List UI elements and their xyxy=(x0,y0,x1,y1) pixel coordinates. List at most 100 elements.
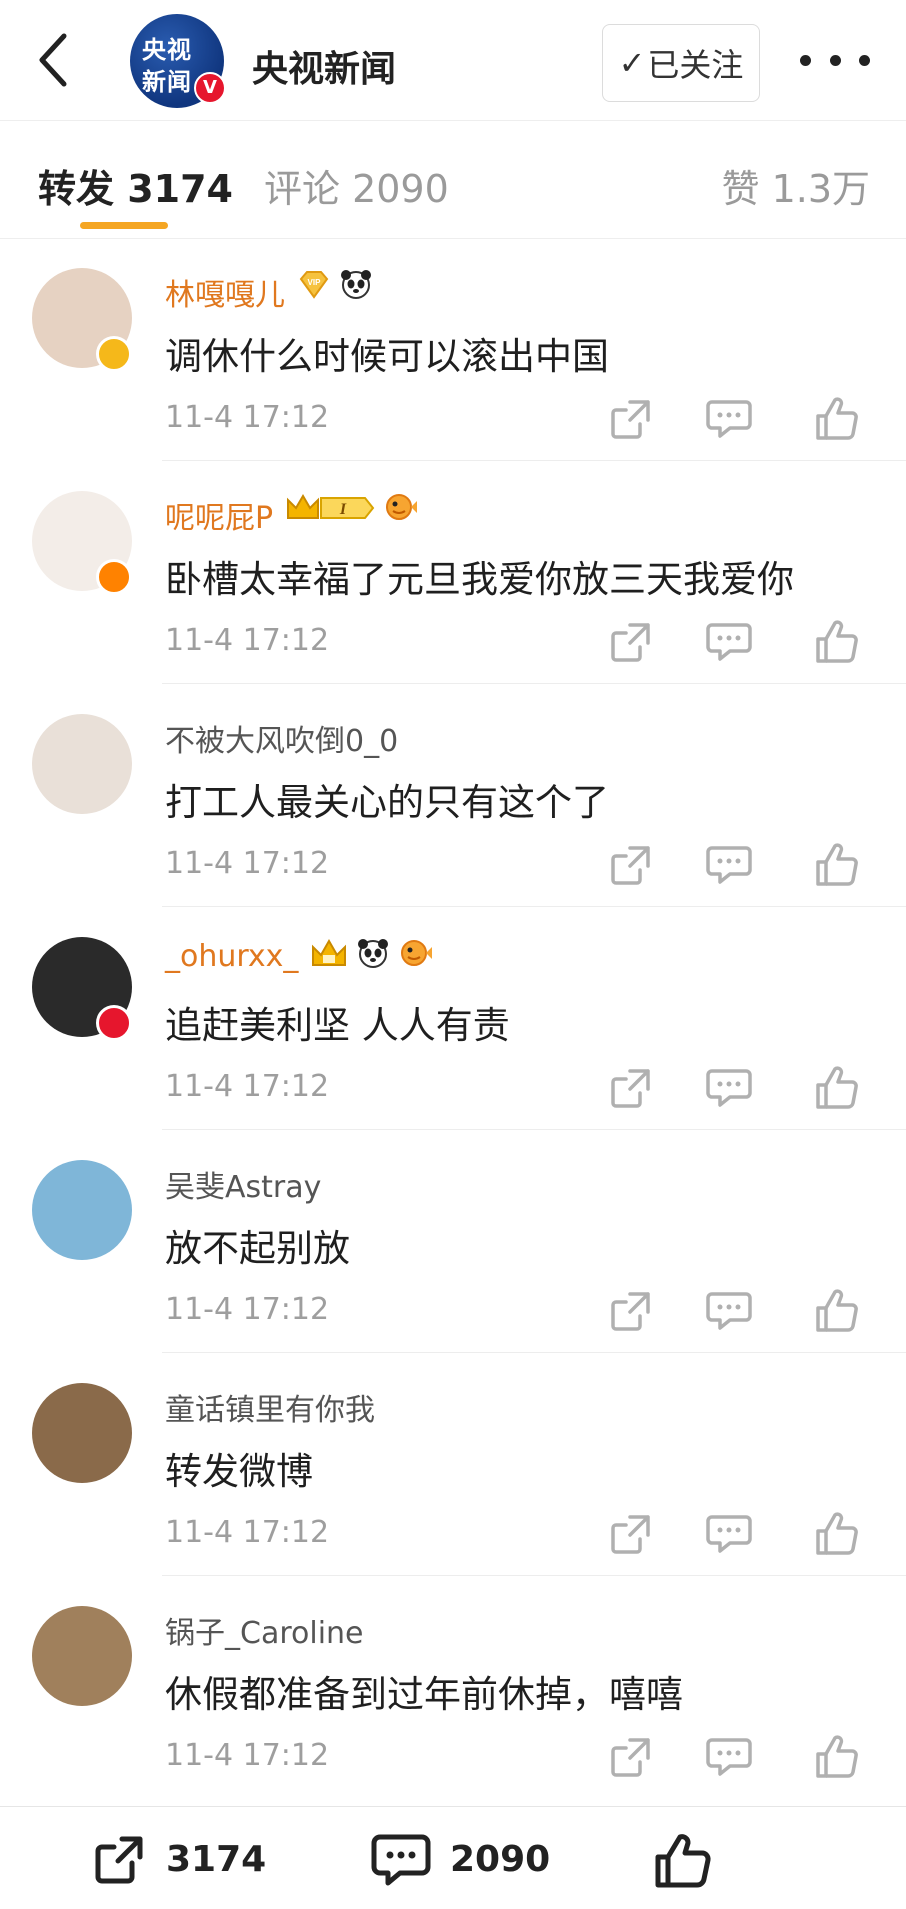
username[interactable]: 林嘎嘎儿 xyxy=(165,270,285,314)
panda-icon xyxy=(358,939,388,968)
share-icon xyxy=(611,1738,650,1777)
reply-button[interactable] xyxy=(706,1734,752,1780)
comment-icon xyxy=(706,1738,752,1776)
like-button[interactable] xyxy=(814,1288,860,1334)
comment-icon xyxy=(706,400,752,438)
crown-icon xyxy=(310,937,348,973)
repost-count: 3174 xyxy=(166,1838,267,1880)
username[interactable]: 锅子_Caroline xyxy=(165,1608,364,1652)
back-arrow-icon xyxy=(39,33,67,87)
user-avatar[interactable] xyxy=(32,1160,132,1260)
tab-comments[interactable]: 评论 2090 xyxy=(264,158,449,213)
repost-item[interactable]: 童话镇里有你我 转发微博 11-4 17:12 xyxy=(0,1353,906,1576)
like-button[interactable] xyxy=(814,1065,860,1111)
thumbs-up-icon xyxy=(816,1289,858,1332)
like-button[interactable] xyxy=(814,619,860,665)
username[interactable]: 童话镇里有你我 xyxy=(165,1385,375,1429)
repost-text: 休假都准备到过年前休掉，嘻嘻 xyxy=(165,1673,683,1716)
pufferfish-icon xyxy=(401,940,432,966)
svg-text:VIP: VIP xyxy=(308,278,322,287)
like-button[interactable] xyxy=(652,1831,712,1891)
thumbs-up-icon xyxy=(816,1512,858,1555)
more-options-icon[interactable] xyxy=(800,40,870,80)
repost-button[interactable]: 3174 xyxy=(92,1831,266,1887)
account-name[interactable]: 央视新闻 xyxy=(252,40,396,92)
timestamp: 11-4 17:12 xyxy=(165,1069,330,1104)
panda-icon xyxy=(339,268,373,304)
user-avatar[interactable] xyxy=(32,1383,132,1483)
comment-count: 2090 xyxy=(450,1838,551,1880)
repost-item[interactable]: 呢呢屁P I 卧槽太幸福了元旦我爱你放三天我爱你 11-4 17:12 xyxy=(0,461,906,684)
repost-text: 放不起别放 xyxy=(165,1227,350,1270)
comment-icon xyxy=(706,1069,752,1107)
reply-button[interactable] xyxy=(706,842,752,888)
timestamp: 11-4 17:12 xyxy=(165,1292,330,1327)
timestamp: 11-4 17:12 xyxy=(165,1738,330,1773)
bottom-action-bar: 3174 2090 xyxy=(0,1806,906,1909)
repost-icon xyxy=(95,1836,143,1884)
comment-icon xyxy=(706,623,752,661)
timestamp: 11-4 17:12 xyxy=(165,1515,330,1550)
user-avatar[interactable] xyxy=(32,1606,132,1706)
timestamp: 11-4 17:12 xyxy=(165,400,330,435)
username[interactable]: 呢呢屁P xyxy=(165,493,273,537)
like-button[interactable] xyxy=(814,1511,860,1557)
share-icon xyxy=(611,1292,650,1331)
vip-diamond-icon: VIP xyxy=(299,271,329,299)
reply-button[interactable] xyxy=(706,619,752,665)
user-badges xyxy=(310,937,434,973)
repost-item[interactable]: _ohurxx_ 追赶美利坚 人人有责 11-4 17:12 xyxy=(0,907,906,1130)
tab-reposts[interactable]: 转发 3174 xyxy=(38,158,233,213)
comment-icon xyxy=(706,1515,752,1553)
panda-icon xyxy=(341,270,371,299)
share-button[interactable] xyxy=(608,1511,654,1557)
panda-icon xyxy=(356,937,390,973)
timestamp: 11-4 17:12 xyxy=(165,846,330,881)
like-button[interactable] xyxy=(814,842,860,888)
reply-button[interactable] xyxy=(706,1065,752,1111)
tab-bar: 转发 3174 评论 2090 赞 1.3万 xyxy=(0,120,906,239)
user-avatar[interactable] xyxy=(32,714,132,814)
username[interactable]: 吴斐Astray xyxy=(165,1162,321,1206)
share-button[interactable] xyxy=(608,1734,654,1780)
pufferfish-icon xyxy=(398,937,434,973)
share-icon xyxy=(611,400,650,439)
repost-item[interactable]: 吴斐Astray 放不起别放 11-4 17:12 xyxy=(0,1130,906,1353)
like-button[interactable] xyxy=(814,396,860,442)
page: 央视 新闻 V 央视新闻 ✓ 已关注 转发 3174 评论 2090 赞 1.3… xyxy=(0,0,906,1909)
verified-badge-icon xyxy=(96,559,132,595)
share-button[interactable] xyxy=(608,619,654,665)
share-icon xyxy=(611,846,650,885)
username[interactable]: _ohurxx_ xyxy=(165,939,298,974)
repost-text: 打工人最关心的只有这个了 xyxy=(165,781,609,824)
username[interactable]: 不被大风吹倒0_0 xyxy=(165,716,398,760)
share-button[interactable] xyxy=(608,1288,654,1334)
reply-button[interactable] xyxy=(706,396,752,442)
reply-button[interactable] xyxy=(706,1288,752,1334)
user-badges: VIP xyxy=(297,268,373,304)
back-button[interactable] xyxy=(30,30,80,90)
comment-icon xyxy=(706,1292,752,1330)
account-avatar[interactable]: 央视 新闻 V xyxy=(130,14,226,108)
repost-item[interactable]: 林嘎嘎儿 VIP 调休什么时候可以滚出中国 11-4 17:12 xyxy=(0,238,906,461)
repost-text: 追赶美利坚 人人有责 xyxy=(165,1004,510,1047)
thumbs-up-icon xyxy=(655,1834,711,1888)
reply-button[interactable] xyxy=(706,1511,752,1557)
logo-text-line2: 新闻 xyxy=(142,68,192,96)
thumbs-up-icon xyxy=(816,620,858,663)
top-bar: 央视 新闻 V 央视新闻 ✓ 已关注 xyxy=(0,0,906,121)
verified-badge-icon xyxy=(96,336,132,372)
repost-item[interactable]: 不被大风吹倒0_0 打工人最关心的只有这个了 11-4 17:12 xyxy=(0,684,906,907)
like-button[interactable] xyxy=(814,1734,860,1780)
crown-level-icon: I xyxy=(285,492,375,526)
follow-button[interactable]: ✓ 已关注 xyxy=(602,24,760,102)
share-icon xyxy=(611,1069,650,1108)
tab-likes[interactable]: 赞 1.3万 xyxy=(721,158,870,213)
share-button[interactable] xyxy=(608,1065,654,1111)
comment-button[interactable]: 2090 xyxy=(370,1831,550,1887)
repost-item[interactable]: 锅子_Caroline 休假都准备到过年前休掉，嘻嘻 11-4 17:12 xyxy=(0,1576,906,1799)
check-icon: ✓ xyxy=(618,44,646,82)
repost-list: 林嘎嘎儿 VIP 调休什么时候可以滚出中国 11-4 17:12 呢呢屁P I 卧槽太幸福了… xyxy=(0,238,906,1799)
share-button[interactable] xyxy=(608,842,654,888)
share-button[interactable] xyxy=(608,396,654,442)
